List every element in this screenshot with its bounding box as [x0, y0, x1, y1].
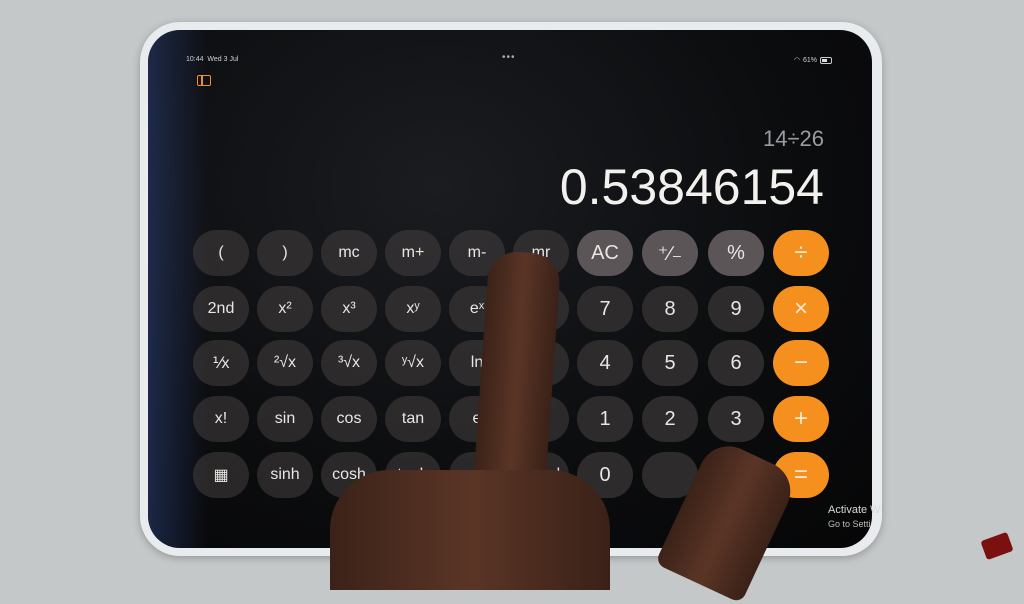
key-label: × — [793, 295, 808, 322]
key-label: tan — [401, 410, 425, 427]
key-label: = — [793, 461, 808, 488]
key-label: ⁺∕₋ — [657, 242, 683, 265]
key-2nd[interactable]: 2nd — [193, 286, 249, 332]
key-label: % — [727, 241, 745, 264]
key-label: ÷ — [794, 239, 808, 266]
key-label: 8 — [664, 297, 676, 320]
key-x![interactable]: x! — [193, 396, 249, 442]
key-²√x[interactable]: ²√x — [257, 340, 313, 386]
key-⅟x[interactable]: ⅟x — [193, 340, 249, 386]
key-ʸ√x[interactable]: ʸ√x — [385, 340, 441, 386]
activation-watermark: Activate W Go to Setti — [828, 503, 881, 531]
key-÷[interactable]: ÷ — [773, 230, 829, 276]
key-label: + — [793, 405, 808, 432]
key-label: 6 — [730, 351, 742, 374]
key-label: ʸ√x — [402, 354, 424, 371]
key-8[interactable]: 8 — [642, 286, 698, 332]
key-tan[interactable]: tan — [385, 396, 441, 442]
key-³√x[interactable]: ³√x — [321, 340, 377, 386]
key-xʸ[interactable]: xʸ — [385, 286, 441, 332]
key-label: sin — [274, 410, 296, 427]
key-label: m+ — [401, 244, 425, 261]
calculator-key[interactable]: ▦ — [193, 452, 249, 498]
calculator-icon: ▦ — [213, 467, 229, 484]
channel-logo — [980, 531, 1014, 561]
key-AC[interactable]: AC — [577, 230, 633, 276]
hand-overlay — [330, 470, 610, 590]
wifi-icon: ◠ — [793, 57, 800, 64]
expression-display: 14÷26 — [762, 126, 824, 151]
result-display: 0.53846154 — [559, 159, 824, 215]
key-label: m- — [467, 244, 487, 261]
key-x³[interactable]: x³ — [321, 286, 377, 332]
key-mc[interactable]: mc — [321, 230, 377, 276]
multitasking-dots[interactable]: ••• — [502, 52, 516, 63]
key-label: 3 — [730, 407, 742, 430]
key-label: − — [793, 349, 808, 376]
key-label: 2 — [664, 407, 676, 430]
key-label: ³√x — [337, 354, 361, 371]
key-1[interactable]: 1 — [577, 396, 633, 442]
key-label: ( — [218, 244, 224, 261]
key-label: ²√x — [273, 354, 297, 371]
key-sin[interactable]: sin — [257, 396, 313, 442]
key-9[interactable]: 9 — [708, 286, 764, 332]
key-label: 9 — [730, 297, 742, 320]
status-time-date: 10:44 Wed 3 Jul — [186, 56, 238, 63]
key-%[interactable]: % — [708, 230, 764, 276]
key-6[interactable]: 6 — [708, 340, 764, 386]
key-label: cos — [336, 410, 362, 427]
key-⁺∕₋[interactable]: ⁺∕₋ — [642, 230, 698, 276]
sidebar-icon[interactable] — [197, 75, 211, 86]
key-label: 4 — [599, 351, 611, 374]
watermark-line1: Activate W — [828, 504, 881, 516]
key-label: x! — [214, 410, 228, 427]
key-−[interactable]: − — [773, 340, 829, 386]
key-×[interactable]: × — [773, 286, 829, 332]
key-)[interactable]: ) — [257, 230, 313, 276]
key-label: mc — [338, 244, 360, 261]
key-3[interactable]: 3 — [708, 396, 764, 442]
key-cos[interactable]: cos — [321, 396, 377, 442]
battery-percent: 61% — [802, 56, 817, 64]
key-label: ⅟x — [212, 355, 230, 372]
key-label: sinh — [270, 466, 300, 483]
key-label: 1 — [599, 407, 611, 430]
key-4[interactable]: 4 — [577, 340, 633, 386]
key-sinh[interactable]: sinh — [257, 452, 313, 498]
key-label: x³ — [342, 300, 356, 317]
status-icons: ◠ 61% — [794, 56, 832, 64]
key-label: 0 — [599, 463, 611, 486]
key-label: xʸ — [406, 300, 420, 317]
key-([interactable]: ( — [193, 230, 249, 276]
key-x²[interactable]: x² — [257, 286, 313, 332]
key-label: ) — [282, 244, 288, 261]
key-m+[interactable]: m+ — [385, 230, 441, 276]
key-label: 7 — [599, 297, 611, 320]
key-label: 5 — [664, 351, 676, 374]
status-date: Wed 3 Jul — [207, 56, 239, 63]
battery-icon — [820, 56, 832, 64]
key-2[interactable]: 2 — [642, 396, 698, 442]
key-5[interactable]: 5 — [642, 340, 698, 386]
key-label: x² — [278, 300, 292, 317]
key-label: eˣ — [469, 300, 485, 317]
status-time: 10:44 — [186, 56, 204, 63]
key-label: AC — [591, 241, 619, 264]
key-+[interactable]: + — [773, 396, 829, 442]
key-label: 2nd — [207, 300, 235, 317]
watermark-line2: Go to Setti — [828, 519, 871, 529]
key-7[interactable]: 7 — [577, 286, 633, 332]
